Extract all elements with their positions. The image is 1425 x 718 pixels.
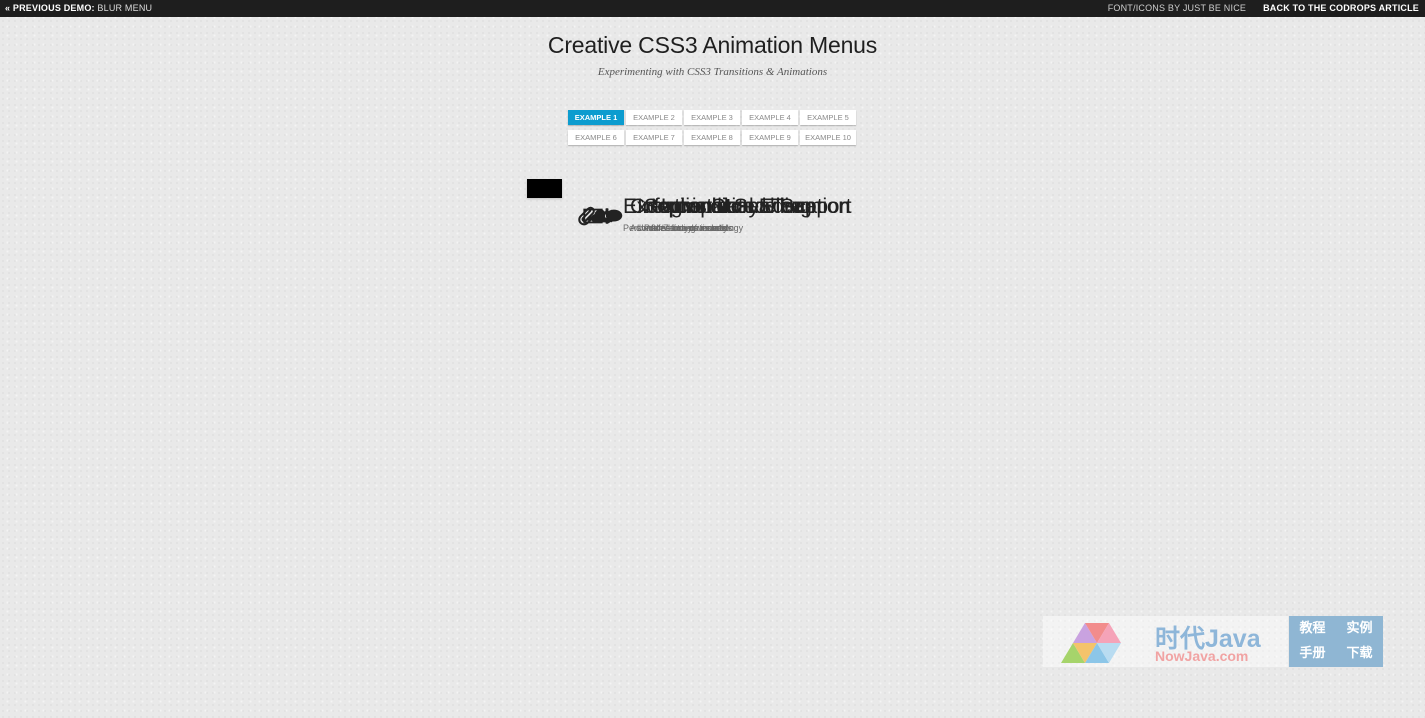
- example-5-button[interactable]: Example 5: [800, 110, 856, 125]
- top-bar: « Previous Demo: Blur Menu Font/Icons by…: [0, 0, 1425, 17]
- previous-demo-link[interactable]: « Previous Demo: Blur Menu: [5, 0, 152, 17]
- animation-menu: Exceptional Service Personalized to your…: [527, 179, 906, 233]
- triangle-logo-icon: [1059, 619, 1121, 665]
- example-6-button[interactable]: Example 6: [568, 130, 624, 145]
- page-title: Creative CSS3 Animation Menus: [547, 32, 878, 58]
- previous-demo-name: Blur Menu: [97, 3, 153, 13]
- watermark-tags: 教程 实例 手册 下载: [1289, 616, 1383, 667]
- watermark-tag-examples[interactable]: 实例: [1336, 616, 1383, 641]
- menu-item-exceptional-service[interactable]: Exceptional Service Personalized to your…: [527, 179, 802, 233]
- watermark-site-url: NowJava.com: [1155, 648, 1249, 664]
- menu-item-sophisticated-team[interactable]: Sophisticated Team Professionals in acti…: [548, 179, 822, 233]
- example-3-button[interactable]: Example 3: [684, 110, 740, 125]
- watermark-tag-manual[interactable]: 手册: [1289, 641, 1336, 667]
- watermark-brand: 时代Java NowJava.com: [1043, 616, 1288, 667]
- font-icons-credit-link[interactable]: Font/Icons by Just Be Nice: [1108, 0, 1246, 17]
- page-subtitle: Experimenting with CSS3 Transitions & An…: [597, 66, 828, 78]
- top-bar-right: Font/Icons by Just Be Nice Back to the C…: [1108, 0, 1419, 17]
- example-nav: Example 1 Example 2 Example 3 Example 4 …: [568, 110, 860, 145]
- menu-item-title: Unconditional Support: [651, 195, 852, 218]
- menu-item-infographical-education[interactable]: Infographical Education Understanding vi…: [541, 179, 850, 233]
- site-watermark: 时代Java NowJava.com 教程 实例 手册 下载: [1043, 616, 1383, 667]
- menu-item-unconditional-support[interactable]: Unconditional Support 24/7 for you needs: [555, 179, 852, 233]
- watermark-tag-download[interactable]: 下载: [1336, 641, 1383, 667]
- example-8-button[interactable]: Example 8: [684, 130, 740, 145]
- example-9-button[interactable]: Example 9: [742, 130, 798, 145]
- example-2-button[interactable]: Example 2: [626, 110, 682, 125]
- menu-item-creative-storytelling[interactable]: Creative Storytelling Advanced use of te…: [534, 179, 812, 233]
- watermark-tag-tutorial[interactable]: 教程: [1289, 616, 1336, 641]
- menu-item-description: 24/7 for you needs: [651, 223, 726, 233]
- example-4-button[interactable]: Example 4: [742, 110, 798, 125]
- example-10-button[interactable]: Example 10: [800, 130, 856, 145]
- previous-demo-label: « Previous Demo:: [5, 3, 95, 13]
- back-to-article-link[interactable]: Back to the Codrops Article: [1263, 0, 1419, 17]
- example-1-button[interactable]: Example 1: [568, 110, 624, 125]
- speech-bubble-icon: [603, 205, 625, 227]
- example-7-button[interactable]: Example 7: [626, 130, 682, 145]
